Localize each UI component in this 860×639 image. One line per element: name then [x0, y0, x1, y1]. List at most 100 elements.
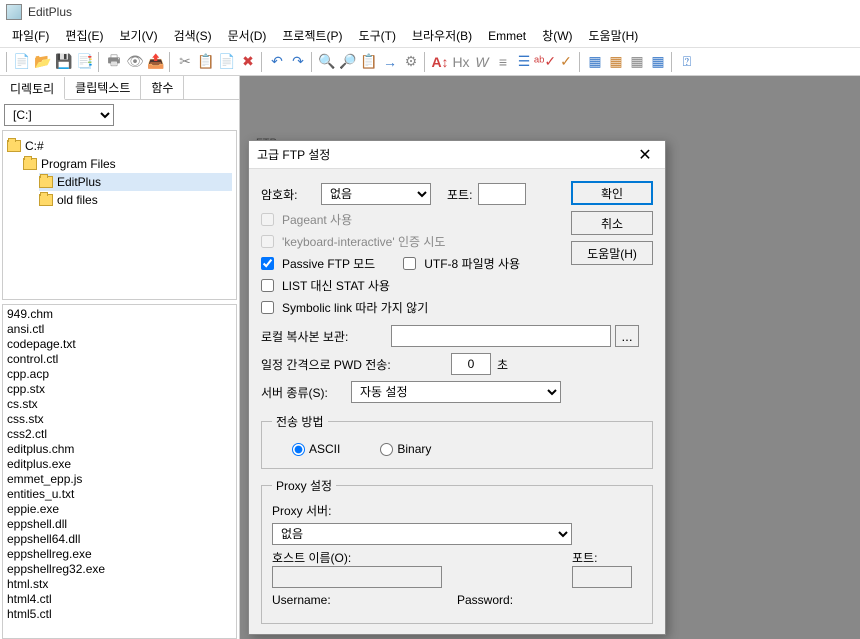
spell-icon[interactable]: ᵃᵇ✓ [535, 52, 555, 72]
file-item[interactable]: editplus.exe [5, 457, 234, 472]
passive-checkbox[interactable] [261, 257, 274, 270]
wrap-icon[interactable]: W [472, 52, 492, 72]
redo-icon[interactable]: ↷ [288, 52, 308, 72]
tab-cliptext[interactable]: 클립텍스트 [65, 76, 141, 99]
file-item[interactable]: cs.stx [5, 397, 234, 412]
export-icon[interactable]: 📤 [146, 52, 166, 72]
new-icon[interactable]: 📄 [12, 52, 32, 72]
ok-button[interactable]: 확인 [571, 181, 653, 205]
encryption-select[interactable]: 없음 [321, 183, 431, 205]
cut-icon[interactable]: ✂ [175, 52, 195, 72]
menu-help[interactable]: 도움말(H) [581, 24, 647, 47]
file-item[interactable]: eppie.exe [5, 502, 234, 517]
saveall-icon[interactable]: 📑 [75, 52, 95, 72]
binary-radio[interactable] [380, 443, 393, 456]
proxyserver-select[interactable]: 없음 [272, 523, 572, 545]
window3-icon[interactable]: ▦ [627, 52, 647, 72]
pwd-label: 일정 간격으로 PWD 전송: [261, 356, 451, 373]
browse-button[interactable]: ... [615, 325, 639, 347]
folder-tree[interactable]: C:#Program FilesEditPlusold files [2, 130, 237, 300]
check-icon[interactable]: ✓ [556, 52, 576, 72]
utf8-checkbox[interactable] [403, 257, 416, 270]
hex-icon[interactable]: Hx [451, 52, 471, 72]
delete-icon[interactable]: ✖ [238, 52, 258, 72]
tools-icon[interactable]: ⚙ [401, 52, 421, 72]
goto-icon[interactable]: → [380, 52, 400, 72]
file-list[interactable]: 949.chmansi.ctlcodepage.txtcontrol.ctlcp… [2, 304, 237, 639]
tree-item[interactable]: EditPlus [39, 173, 232, 191]
file-item[interactable]: eppshellreg32.exe [5, 562, 234, 577]
menu-edit[interactable]: 편집(E) [57, 24, 111, 47]
tree-item[interactable]: C:# [7, 137, 232, 155]
kbint-checkbox [261, 235, 274, 248]
app-icon [6, 4, 22, 20]
ascii-radio[interactable] [292, 443, 305, 456]
window2-icon[interactable]: ▦ [606, 52, 626, 72]
menubar: 파일(F) 편집(E) 보기(V) 검색(S) 문서(D) 프로젝트(P) 도구… [0, 24, 860, 48]
file-item[interactable]: codepage.txt [5, 337, 234, 352]
file-item[interactable]: cpp.stx [5, 382, 234, 397]
file-item[interactable]: eppshellreg.exe [5, 547, 234, 562]
localcopy-input[interactable] [391, 325, 611, 347]
file-item[interactable]: ansi.ctl [5, 322, 234, 337]
toolbar: 📄 📂 💾 📑 🖶 👁 📤 ✂ 📋 📄 ✖ ↶ ↷ 🔍 🔎 📋 → ⚙ A↕ H… [0, 48, 860, 76]
menu-project[interactable]: 프로젝트(P) [274, 24, 350, 47]
open-icon[interactable]: 📂 [33, 52, 53, 72]
undo-icon[interactable]: ↶ [267, 52, 287, 72]
file-item[interactable]: html.stx [5, 577, 234, 592]
file-item[interactable]: emmet_epp.js [5, 472, 234, 487]
file-item[interactable]: html4.ctl [5, 592, 234, 607]
tree-item[interactable]: old files [39, 191, 232, 209]
cancel-button[interactable]: 취소 [571, 211, 653, 235]
find-icon[interactable]: 🔍 [317, 52, 337, 72]
file-item[interactable]: control.ctl [5, 352, 234, 367]
servertype-select[interactable]: 자동 설정 [351, 381, 561, 403]
file-item[interactable]: cpp.acp [5, 367, 234, 382]
localcopy-label: 로컬 복사본 보관: [261, 328, 391, 345]
file-item[interactable]: eppshell.dll [5, 517, 234, 532]
preview-icon[interactable]: 👁 [125, 52, 145, 72]
help-icon[interactable]: ⍰ [677, 52, 697, 72]
folder-icon [39, 176, 53, 188]
indent-icon[interactable]: ≡ [493, 52, 513, 72]
help-button[interactable]: 도움말(H) [571, 241, 653, 265]
file-item[interactable]: entities_u.txt [5, 487, 234, 502]
menu-view[interactable]: 보기(V) [111, 24, 165, 47]
tab-directory[interactable]: 디렉토리 [0, 77, 65, 100]
drive-select[interactable]: [C:] [4, 104, 114, 126]
close-icon[interactable]: ✕ [633, 143, 657, 167]
file-item[interactable]: css2.ctl [5, 427, 234, 442]
print-icon[interactable]: 🖶 [104, 52, 124, 72]
host-input [272, 566, 442, 588]
menu-tool[interactable]: 도구(T) [351, 24, 404, 47]
menu-window[interactable]: 창(W) [534, 24, 580, 47]
file-item[interactable]: html5.ctl [5, 607, 234, 622]
pwd-input[interactable] [451, 353, 491, 375]
symlink-checkbox[interactable] [261, 301, 274, 314]
font-icon[interactable]: A↕ [430, 52, 450, 72]
paste-icon[interactable]: 📄 [217, 52, 237, 72]
file-item[interactable]: css.stx [5, 412, 234, 427]
liststat-checkbox[interactable] [261, 279, 274, 292]
menu-file[interactable]: 파일(F) [4, 24, 57, 47]
file-item[interactable]: editplus.chm [5, 442, 234, 457]
copy-icon[interactable]: 📋 [196, 52, 216, 72]
file-item[interactable]: eppshell64.dll [5, 532, 234, 547]
menu-document[interactable]: 문서(D) [220, 24, 275, 47]
binary-radio-label[interactable]: Binary [380, 442, 431, 456]
menu-browser[interactable]: 브라우저(B) [404, 24, 480, 47]
bookmark-icon[interactable]: 📋 [359, 52, 379, 72]
replace-icon[interactable]: 🔎 [338, 52, 358, 72]
tab-function[interactable]: 함수 [141, 76, 184, 99]
port-input[interactable] [478, 183, 526, 205]
password-label: Password: [457, 593, 642, 607]
window4-icon[interactable]: ▦ [648, 52, 668, 72]
menu-emmet[interactable]: Emmet [480, 26, 534, 46]
menu-search[interactable]: 검색(S) [166, 24, 220, 47]
window1-icon[interactable]: ▦ [585, 52, 605, 72]
file-item[interactable]: 949.chm [5, 307, 234, 322]
list-icon[interactable]: ☰ [514, 52, 534, 72]
ascii-radio-label[interactable]: ASCII [292, 442, 340, 456]
tree-item[interactable]: Program Files [23, 155, 232, 173]
save-icon[interactable]: 💾 [54, 52, 74, 72]
